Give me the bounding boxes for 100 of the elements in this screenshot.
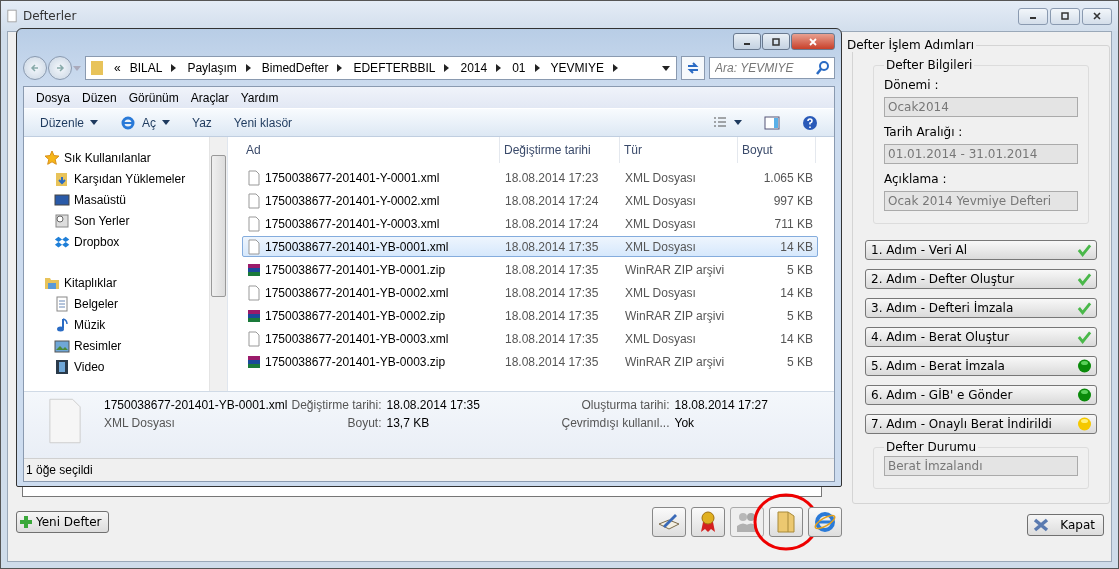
file-type: XML Dosyası — [624, 285, 697, 300]
file-row[interactable]: 1750038677-201401-YB-0002.xml 18.08.2014 17:35 XML Dosyası 14 KB — [242, 282, 818, 303]
nav-item[interactable]: Sık Kullanılanlar — [44, 147, 209, 168]
film-icon — [54, 358, 70, 375]
nav-item[interactable]: Masaüstü — [44, 189, 209, 210]
modified-date: 18.08.2014 17:35 — [504, 308, 600, 323]
file-name: 1750038677-201401-Y-0003.xml — [265, 216, 440, 231]
step-button[interactable]: 1. Adım - Veri Al — [865, 240, 1097, 260]
menu-item[interactable]: Dosya — [30, 90, 76, 105]
breadcrumb-item[interactable]: EDEFTERBBIL — [353, 61, 436, 75]
readonly-field[interactable]: Berat İmzalandı — [884, 456, 1078, 476]
new-ledger-button[interactable]: Yeni Defter — [16, 511, 109, 533]
modified-date: 18.08.2014 17:35 — [504, 239, 600, 254]
maximize-icon — [1060, 12, 1070, 20]
toolbar-button[interactable]: Aç — [114, 112, 177, 133]
group-title: Defter Bilgileri — [885, 58, 974, 72]
nav-item[interactable]: Karşıdan Yüklemeler — [44, 168, 209, 189]
folder-icon — [774, 510, 798, 534]
arrow-right-icon — [444, 64, 450, 72]
file-row[interactable]: 1750038677-201401-YB-0003.xml 18.08.2014 17:35 XML Dosyası 14 KB — [242, 328, 818, 349]
file-size: 5 KB — [786, 262, 814, 277]
caret-icon — [73, 65, 81, 71]
step-button[interactable]: 6. Adım - GİB' e Gönder — [865, 385, 1097, 405]
file-row[interactable]: 1750038677-201401-YB-0002.zip 18.08.2014 17:35 WinRAR ZIP arşivi 5 KB — [242, 305, 818, 326]
field-label: Dönemi : — [884, 78, 940, 92]
minimize-button[interactable] — [1018, 7, 1048, 25]
column-header[interactable]: Boyut — [738, 137, 816, 163]
toolbar-button[interactable]: Düzenle — [34, 113, 105, 132]
close-button[interactable]: Kapat — [1027, 514, 1104, 536]
toolbar-button[interactable] — [769, 507, 803, 537]
file-name: 1750038677-201401-YB-0002.xml — [265, 285, 449, 300]
breadcrumb-item[interactable]: 2014 — [460, 61, 488, 75]
arrow-right-icon — [171, 64, 177, 72]
file-type: XML Dosyası — [624, 170, 697, 185]
breadcrumb-item[interactable]: 01 — [512, 61, 526, 75]
nav-item[interactable]: Son Yerler — [44, 210, 209, 231]
file-row[interactable]: 1750038677-201401-Y-0001.xml 18.08.2014 17:23 XML Dosyası 1.065 KB — [242, 167, 818, 188]
breadcrumb-item[interactable]: BILAL — [129, 61, 163, 75]
checkmark-icon — [1077, 301, 1092, 315]
file-row[interactable]: 1750038677-201401-YB-0001.zip 18.08.2014 17:35 WinRAR ZIP arşivi 5 KB — [242, 259, 818, 280]
file-size: 997 KB — [772, 193, 814, 208]
scrollbar[interactable] — [209, 137, 227, 391]
toolbar-button[interactable] — [691, 507, 725, 537]
toolbar-button[interactable]: Yaz — [186, 113, 218, 132]
overflow-chevron[interactable]: « — [114, 61, 121, 75]
file-name: 1750038677-201401-YB-0001.xml — [104, 398, 288, 412]
step-button[interactable]: 7. Adım - Onaylı Berat İndirildi — [865, 414, 1097, 434]
picture-icon — [54, 337, 70, 354]
nav-item[interactable]: Kitaplıklar — [44, 272, 209, 293]
menu-item[interactable]: Yardım — [234, 90, 285, 105]
file-size: 14 KB — [779, 239, 814, 254]
column-header[interactable]: Tür — [620, 137, 738, 163]
document-icon — [246, 169, 262, 186]
star-icon — [44, 149, 60, 166]
file-type: XML Dosyası — [624, 193, 697, 208]
nav-item[interactable]: Müzik — [44, 314, 209, 335]
file-size: 14 KB — [779, 285, 814, 300]
file-size: 14 KB — [779, 331, 814, 346]
toolbar-button[interactable] — [652, 507, 686, 537]
file-type: WinRAR ZIP arşivi — [624, 308, 726, 323]
file-row[interactable]: 1750038677-201401-YB-0001.xml 18.08.2014 17:35 XML Dosyası 14 KB — [242, 236, 818, 257]
column-header[interactable]: Ad — [242, 137, 500, 163]
search-field[interactable]: Ara: YEVMIYE — [709, 57, 835, 79]
field-label: Açıklama : — [884, 172, 948, 186]
file-row[interactable]: 1750038677-201401-Y-0002.xml 18.08.2014 17:24 XML Dosyası 997 KB — [242, 190, 818, 211]
breadcrumb-item[interactable]: Paylaşım — [187, 61, 237, 75]
file-name: 1750038677-201401-YB-0002.zip — [265, 308, 446, 323]
nav-item[interactable]: Belgeler — [44, 293, 209, 314]
close-x-icon — [1032, 518, 1051, 532]
menu-item[interactable]: Araçlar — [184, 90, 235, 105]
checkmark-icon — [1077, 330, 1092, 344]
file-type: XML Dosyası — [624, 331, 697, 346]
nav-item[interactable]: Dropbox — [44, 231, 209, 252]
step-button[interactable]: 5. Adım - Berat İmzala — [865, 356, 1097, 376]
close-button[interactable] — [1082, 7, 1112, 25]
toolbar-button[interactable] — [808, 507, 842, 537]
readonly-field[interactable]: Ocak2014 — [884, 97, 1078, 117]
file-row[interactable]: 1750038677-201401-Y-0003.xml 18.08.2014 17:24 XML Dosyası 711 KB — [242, 213, 818, 234]
step-button[interactable]: 2. Adım - Defter Oluştur — [865, 269, 1097, 289]
toolbar-button[interactable]: Yeni klasör — [227, 113, 299, 132]
step-button[interactable]: 4. Adım - Berat Oluştur — [865, 327, 1097, 347]
step-button[interactable]: 3. Adım - Defteri İmzala — [865, 298, 1097, 318]
menu-item[interactable]: Görünüm — [122, 90, 185, 105]
status-dot — [1077, 359, 1092, 373]
nav-item[interactable]: Resimler — [44, 335, 209, 356]
maximize-button[interactable] — [1050, 7, 1080, 25]
maximize-button[interactable] — [762, 33, 790, 50]
refresh-button[interactable] — [681, 56, 705, 80]
file-type: XML Dosyası — [104, 416, 176, 430]
breadcrumb-item[interactable]: BimedDefter — [261, 61, 329, 75]
menu-item[interactable]: Düzen — [76, 90, 123, 105]
readonly-field[interactable]: Ocak 2014 Yevmiye Defteri — [884, 191, 1078, 211]
breadcrumb-item[interactable]: YEVMIYE — [550, 61, 604, 75]
column-header[interactable]: Değiştirme tarihi — [500, 137, 620, 163]
address-bar[interactable]: « BILAL Paylaşım BimedDefter EDEFTERBBIL 2014 01 YEVMIYE — [85, 56, 677, 80]
nav-item[interactable]: Video — [44, 356, 209, 377]
readonly-field[interactable]: 01.01.2014 - 31.01.2014 — [884, 144, 1078, 164]
file-row[interactable]: 1750038677-201401-YB-0003.zip 18.08.2014 17:35 WinRAR ZIP arşivi 5 KB — [242, 351, 818, 372]
minimize-button[interactable] — [733, 33, 761, 50]
arrow-right-icon — [337, 64, 343, 72]
